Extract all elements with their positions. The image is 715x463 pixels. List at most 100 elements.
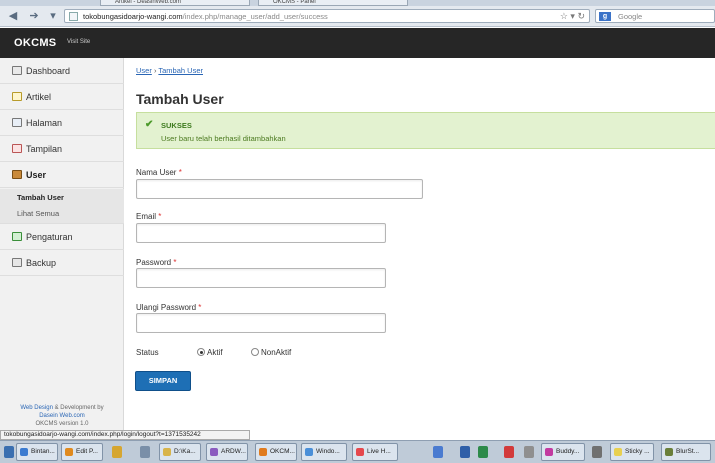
sidebar-item-artikel[interactable]: Artikel bbox=[0, 84, 124, 110]
app-icon[interactable] bbox=[592, 446, 602, 458]
sidebar-item-label: Backup bbox=[26, 258, 57, 268]
sidebar: Dashboard Artikel Halaman Tampilan User … bbox=[0, 58, 124, 438]
password-input[interactable] bbox=[136, 268, 386, 288]
visit-site-link[interactable]: Visit Site bbox=[67, 39, 90, 45]
app-icon[interactable] bbox=[140, 446, 150, 458]
username-label: Nama User * bbox=[136, 168, 182, 177]
credit-site-link[interactable]: Dasein Web.com bbox=[0, 412, 124, 420]
password-repeat-label-text: Ulangi Password bbox=[136, 303, 197, 312]
address-bar-controls: ☆ ▾ ↻ bbox=[560, 10, 585, 23]
bookmark-star-icon[interactable]: ☆ bbox=[560, 11, 568, 21]
breadcrumb: User › Tambah User bbox=[136, 66, 203, 75]
app-icon[interactable] bbox=[524, 446, 534, 458]
back-icon[interactable]: ◀ bbox=[6, 10, 20, 23]
password-repeat-label: Ulangi Password * bbox=[136, 303, 201, 312]
status-label: Status bbox=[136, 348, 159, 357]
taskbar-task[interactable]: Sticky ... bbox=[610, 443, 654, 461]
search-placeholder: Google bbox=[618, 12, 643, 21]
password-repeat-input[interactable] bbox=[136, 313, 386, 333]
url-host: tokobungasidoarjo-wangi.com bbox=[83, 12, 183, 21]
user-icon bbox=[12, 170, 22, 179]
breadcrumb-tambah-user[interactable]: Tambah User bbox=[158, 66, 203, 75]
sidebar-item-label: Pengaturan bbox=[26, 232, 73, 242]
site-favicon-icon bbox=[69, 12, 78, 21]
browser-nav-bar: ◀ ➔ ▾ tokobungasidoarjo-wangi.com/index.… bbox=[0, 6, 715, 27]
email-label-text: Email bbox=[136, 212, 157, 221]
footer-credit: Web Design & Development by Dasein Web.c… bbox=[0, 404, 124, 428]
sidebar-item-pengaturan[interactable]: Pengaturan bbox=[0, 224, 124, 250]
address-bar[interactable]: tokobungasidoarjo-wangi.com/index.php/ma… bbox=[64, 9, 590, 23]
credit-text: & Development by bbox=[54, 405, 104, 411]
check-icon: ✔ bbox=[145, 119, 154, 130]
password-label-text: Password bbox=[136, 258, 172, 267]
password-label: Password * bbox=[136, 258, 176, 267]
alert-heading: SUKSES bbox=[161, 121, 192, 130]
sidebar-item-label: User bbox=[26, 170, 47, 180]
word-icon[interactable] bbox=[460, 446, 470, 458]
alert-message: User baru telah berhasil ditambahkan bbox=[161, 134, 286, 143]
app-icon[interactable] bbox=[112, 446, 122, 458]
browser-status-url: tokobungasidoarjo-wangi.com/index.php/lo… bbox=[0, 430, 250, 440]
app-icon[interactable] bbox=[433, 446, 443, 458]
menu-icon[interactable]: ▾ bbox=[46, 10, 60, 23]
sidebar-item-dashboard[interactable]: Dashboard bbox=[0, 58, 124, 84]
save-button[interactable]: SIMPAN bbox=[135, 371, 191, 391]
sidebar-item-label: Tampilan bbox=[26, 144, 63, 154]
taskbar-task[interactable]: ARDW... bbox=[206, 443, 248, 461]
search-box[interactable]: g Google bbox=[595, 9, 715, 23]
required-mark: * bbox=[173, 258, 177, 267]
sidebar-item-halaman[interactable]: Halaman bbox=[0, 110, 124, 136]
taskbar-task[interactable]: Edit P... bbox=[61, 443, 103, 461]
required-mark: * bbox=[158, 212, 162, 221]
status-nonaktif-radio[interactable] bbox=[251, 348, 259, 356]
taskbar-task[interactable]: Live H... bbox=[352, 443, 398, 461]
sidebar-item-tampilan[interactable]: Tampilan bbox=[0, 136, 124, 162]
version-text: OKCMS version 1.0 bbox=[35, 421, 89, 427]
os-taskbar: Bintan... Edit P... D:\Ka... ARDW... OKC… bbox=[0, 440, 715, 463]
appearance-icon bbox=[12, 144, 22, 153]
status-aktif-label[interactable]: Aktif bbox=[207, 348, 223, 357]
backup-icon bbox=[12, 258, 22, 267]
username-label-text: Nama User bbox=[136, 168, 177, 177]
address-url[interactable]: tokobungasidoarjo-wangi.com/index.php/ma… bbox=[83, 11, 328, 22]
page-title: Tambah User bbox=[136, 91, 224, 107]
submenu-item-lihat-semua[interactable]: Lihat Semua bbox=[17, 209, 59, 218]
forward-icon[interactable]: ➔ bbox=[27, 10, 41, 23]
sidebar-item-backup[interactable]: Backup bbox=[0, 250, 124, 276]
settings-icon bbox=[12, 232, 22, 241]
article-icon bbox=[12, 92, 22, 101]
taskbar-task[interactable]: BlurSt... bbox=[661, 443, 711, 461]
taskbar-task[interactable]: D:\Ka... bbox=[159, 443, 201, 461]
page-icon bbox=[12, 118, 22, 127]
sidebar-item-label: Dashboard bbox=[26, 66, 71, 76]
excel-icon[interactable] bbox=[478, 446, 488, 458]
breadcrumb-user[interactable]: User bbox=[136, 66, 152, 75]
taskbar-task[interactable]: Windo... bbox=[301, 443, 347, 461]
status-aktif-radio[interactable] bbox=[197, 348, 205, 356]
app-icon[interactable] bbox=[504, 446, 514, 458]
taskbar-task[interactable]: Buddy... bbox=[541, 443, 585, 461]
submenu-item-tambah-user[interactable]: Tambah User bbox=[17, 193, 64, 202]
start-icon[interactable] bbox=[4, 446, 14, 458]
taskbar-task[interactable]: Bintan... bbox=[16, 443, 58, 461]
sidebar-item-label: Halaman bbox=[26, 118, 63, 128]
app-header: OKCMS Visit Site bbox=[0, 28, 715, 58]
taskbar-task[interactable]: OKCM... bbox=[255, 443, 297, 461]
reload-icon[interactable]: ↻ bbox=[577, 11, 585, 21]
user-submenu: Tambah User Lihat Semua bbox=[0, 189, 124, 224]
dashboard-icon bbox=[12, 66, 22, 75]
history-dropdown-icon[interactable]: ▾ bbox=[570, 11, 575, 21]
required-mark: * bbox=[178, 168, 182, 177]
search-engine-icon[interactable]: g bbox=[599, 12, 611, 21]
success-alert: ✔ SUKSES User baru telah berhasil ditamb… bbox=[136, 112, 715, 149]
email-label: Email * bbox=[136, 212, 161, 221]
username-input[interactable] bbox=[136, 179, 423, 199]
sidebar-item-label: Artikel bbox=[26, 92, 52, 102]
email-input[interactable] bbox=[136, 223, 386, 243]
brand-logo[interactable]: OKCMS bbox=[14, 37, 56, 49]
url-path: /index.php/manage_user/add_user/success bbox=[182, 12, 328, 21]
status-nonaktif-label[interactable]: NonAktif bbox=[261, 348, 291, 357]
breadcrumb-separator: › bbox=[153, 66, 157, 75]
credit-link[interactable]: Web Design bbox=[20, 405, 53, 411]
sidebar-item-user[interactable]: User bbox=[0, 162, 124, 188]
